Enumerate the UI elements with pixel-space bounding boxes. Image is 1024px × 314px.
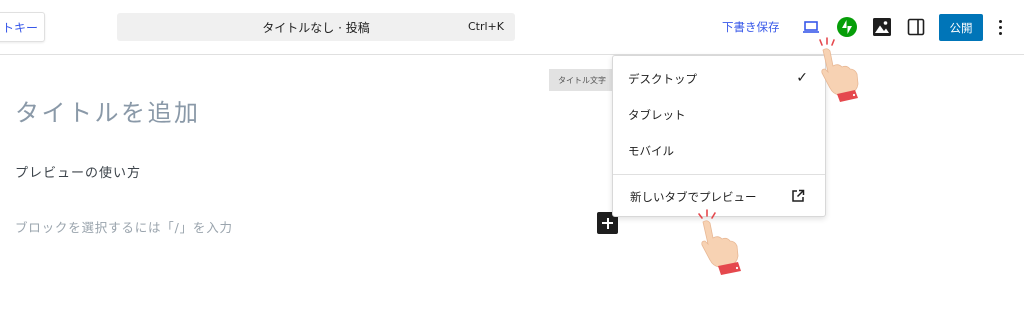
hand-pointer-icon bbox=[698, 209, 741, 275]
image-icon[interactable] bbox=[871, 16, 893, 38]
sidebar-toggle-icon[interactable] bbox=[905, 16, 927, 38]
menu-item-mobile[interactable]: モバイル bbox=[613, 136, 825, 166]
save-draft-button[interactable]: 下書き保存 bbox=[722, 19, 780, 35]
document-title: タイトルなし · 投稿 bbox=[262, 21, 370, 35]
menu-item-desktop[interactable]: デスクトップ bbox=[613, 64, 825, 94]
hand-pointer-icon bbox=[819, 37, 859, 102]
menu-item-tablet[interactable]: タブレット bbox=[613, 100, 825, 130]
title-counter-badge: タイトル文字 bbox=[549, 69, 615, 91]
keyboard-shortcut: Ctrl+K bbox=[467, 20, 504, 33]
jetpack-icon[interactable] bbox=[837, 17, 857, 37]
shortcut-button[interactable]: トキー bbox=[0, 12, 45, 42]
menu-item-label: 新しいタブでプレビュー bbox=[630, 190, 757, 204]
preview-dropdown-menu: デスクトップ ✓ タブレット モバイル 新しいタブでプレビュー bbox=[612, 55, 826, 217]
menu-item-label: デスクトップ bbox=[628, 72, 697, 86]
heading-block[interactable]: プレビューの使い方 bbox=[15, 162, 141, 181]
editor-header: トキー タイトルなし · 投稿 Ctrl+K 下書き保存 公開 bbox=[0, 0, 1024, 55]
menu-item-label: モバイル bbox=[628, 144, 674, 158]
menu-divider bbox=[613, 174, 825, 175]
desktop-icon[interactable] bbox=[800, 16, 822, 38]
kebab-menu-icon[interactable] bbox=[996, 16, 1006, 38]
publish-button[interactable]: 公開 bbox=[939, 14, 983, 41]
external-link-icon[interactable] bbox=[791, 189, 805, 203]
post-title-field[interactable]: タイトルを追加 bbox=[15, 93, 201, 128]
paragraph-placeholder[interactable]: ブロックを選択するには「/」を入力 bbox=[15, 217, 233, 236]
command-palette-button[interactable]: タイトルなし · 投稿 Ctrl+K bbox=[117, 13, 515, 41]
menu-item-label: タブレット bbox=[628, 108, 686, 122]
